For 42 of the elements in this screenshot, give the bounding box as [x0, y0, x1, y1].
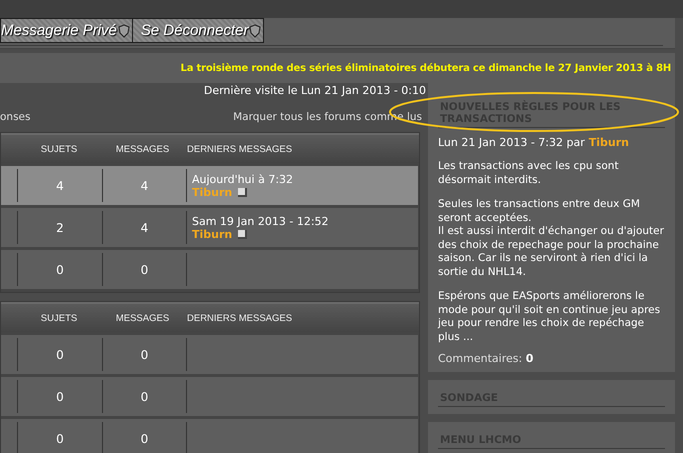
forum-row[interactable]: 0 0 [1, 377, 418, 416]
forum-row[interactable]: 0 0 [1, 419, 418, 453]
article-text: Il est aussi interdit d'échanger ou d'ajouter des choix de repechage pour la prochaine saison. Car ils ne serviront à rien d'ici la sortie du NHL14. [438, 225, 665, 279]
shield-icon [249, 24, 262, 38]
table-cell: 0 [103, 338, 187, 371]
last-post-date: Sam 19 Jan 2013 - 12:52 [192, 214, 330, 228]
forum-row[interactable]: 0 0 [1, 250, 418, 289]
table-cell: 0 [18, 422, 103, 453]
column-header: DERNIERS MESSAGES [186, 312, 294, 324]
table-cell: 0 [103, 380, 187, 413]
post-date: Lun 21 Jan 2013 - 7:32 par [438, 136, 585, 149]
article-text: Les transactions avec les cpu sont désormait interdits. [438, 160, 620, 187]
last-visit-text: Dernière visite le Lun 21 Jan 2013 - 0:10 [202, 83, 426, 99]
forum-row[interactable]: 2 4 Sam 19 Jan 2013 - 12:52 Tiburn [1, 208, 418, 247]
table-cell: 0 [18, 253, 103, 286]
table-cell: 4 [18, 169, 103, 202]
nav-button[interactable]: Se Déconnecter [132, 18, 264, 43]
column-header: SUJETS [40, 144, 78, 154]
table-cell: 0 [18, 380, 103, 413]
table-cell: 2 [18, 211, 103, 244]
announcement-text: La troisième ronde des séries éliminatoires débutera ce dimanche le 27 Janvier 2013 à 8H [180, 62, 672, 74]
article-text: Espérons que EASports améliorerons le mode pour qu'il soit en continue jeu apres jeu pour rendre les choix de repéchage plus ... [438, 290, 662, 344]
comments-count: Commentaires: 0 [438, 352, 534, 365]
table-cell: 0 [103, 422, 187, 453]
table-cell: 4 [103, 211, 187, 244]
forum-row[interactable]: 0 0 [1, 335, 418, 374]
last-post-date: Aujourd'hui à 7:32 [192, 172, 294, 186]
article-text: Seules les transactions entre deux GM seront acceptées. [438, 198, 641, 225]
link[interactable]: onses [0, 111, 30, 123]
column-header: MESSAGES [114, 312, 170, 324]
column-header: MESSAGES [114, 144, 170, 154]
shield-icon [118, 24, 130, 38]
table-cell: 0 [18, 338, 103, 371]
post-icon[interactable] [238, 188, 248, 196]
author-link[interactable]: Tiburn [588, 136, 629, 149]
post-icon[interactable] [238, 230, 248, 238]
column-header: DERNIERS MESSAGES [186, 144, 294, 154]
table-cell: 0 [103, 253, 187, 286]
table-cell: 4 [103, 169, 187, 202]
column-header: SUJETS [40, 312, 78, 324]
forum-row[interactable]: 4 4 Aujourd'hui à 7:32 Tiburn [1, 166, 418, 205]
nav-button[interactable]: Messagerie Privé [0, 18, 133, 43]
